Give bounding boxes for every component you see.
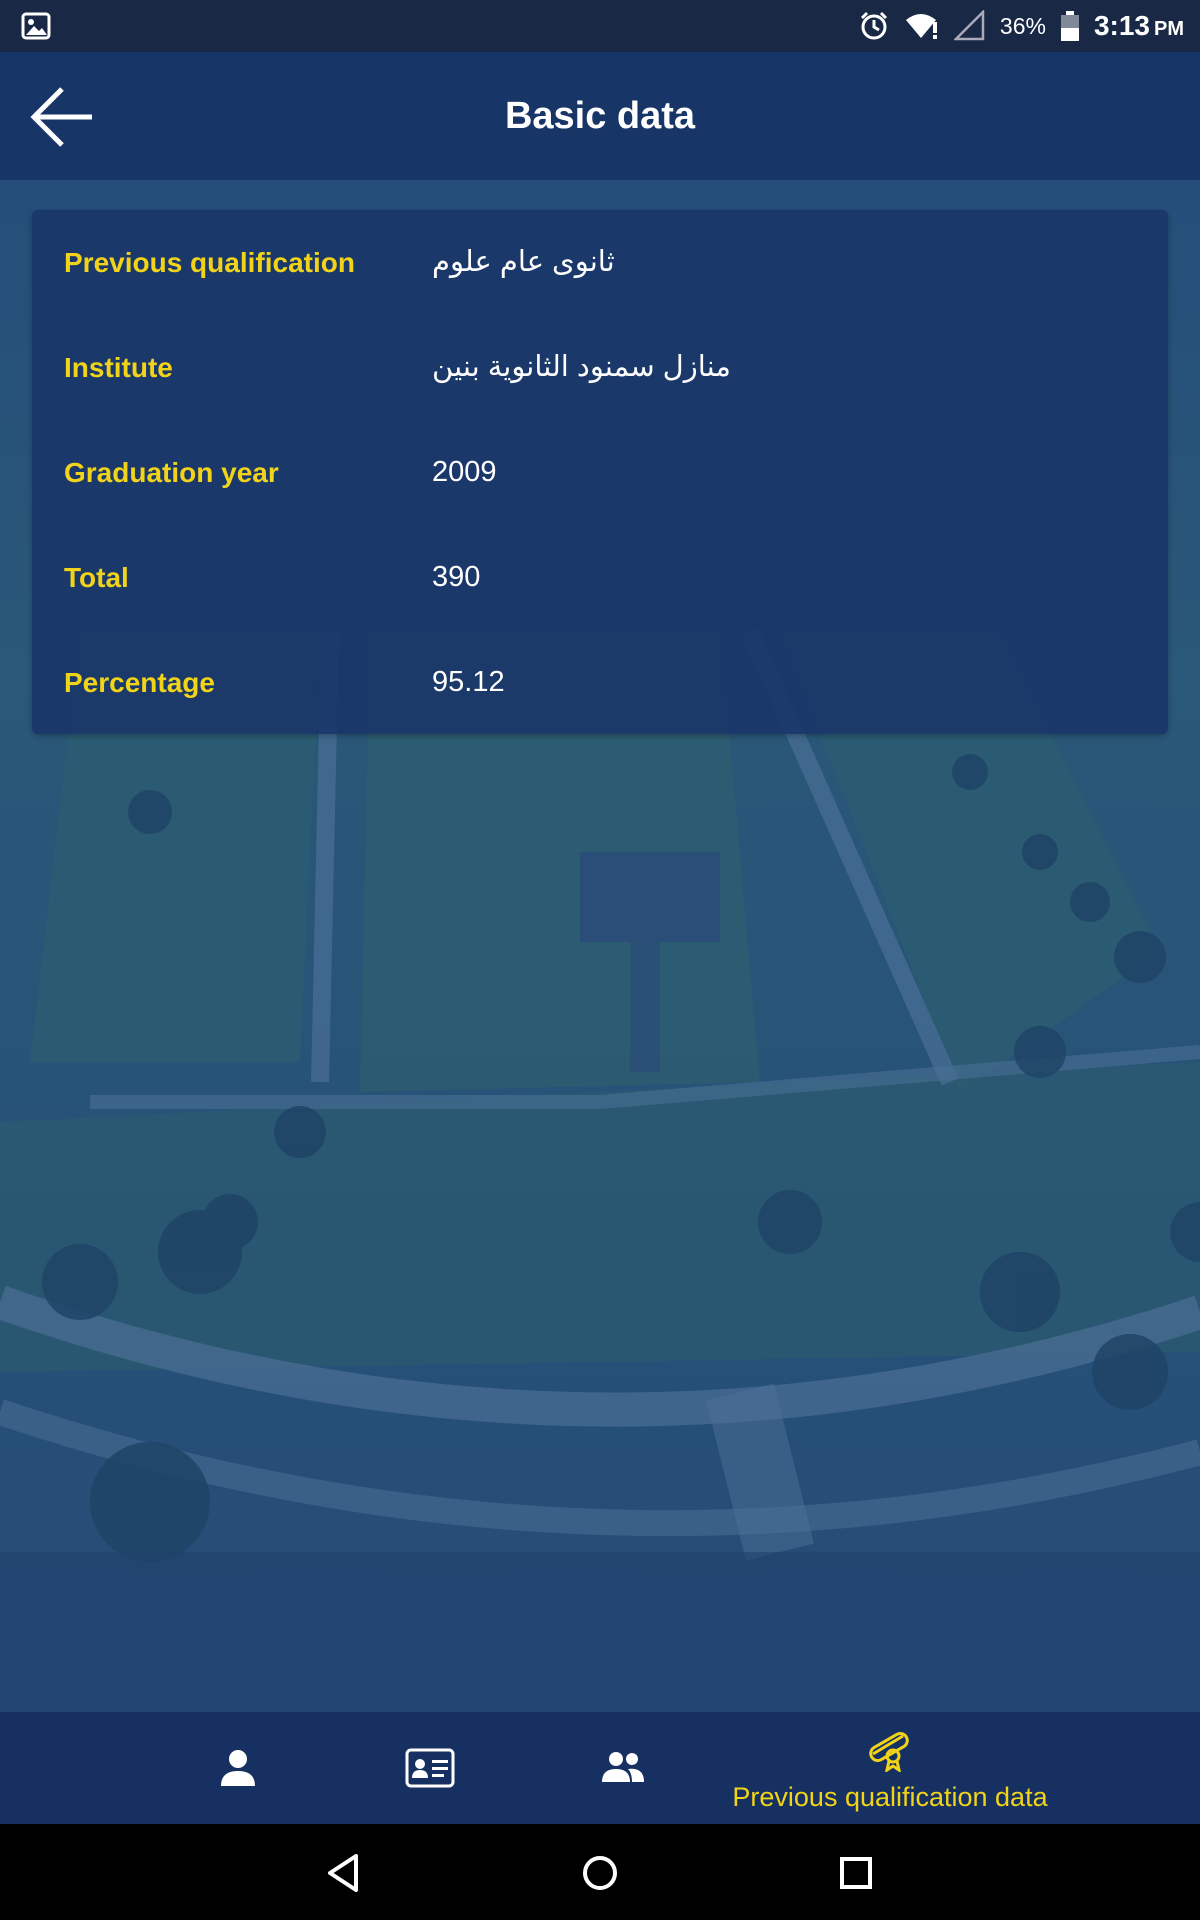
nav-label-previous-qualification: Previous qualification data xyxy=(732,1782,1048,1812)
qualification-details-card: Previous qualification ثانوى عام علوم In… xyxy=(32,210,1168,734)
detail-row-total: Total 390 xyxy=(32,525,1168,630)
bottom-navigation: Previous qualification data xyxy=(0,1712,1200,1824)
battery-icon xyxy=(1060,10,1080,42)
id-card-icon xyxy=(405,1748,455,1793)
nav-item-personal[interactable] xyxy=(188,1712,288,1824)
group-icon xyxy=(602,1750,644,1789)
detail-row-institute: Institute منازل سمنود الثانوية بنين xyxy=(32,315,1168,420)
detail-row-percentage: Percentage 95.12 xyxy=(32,630,1168,735)
clock-time: 3:13 xyxy=(1093,10,1150,41)
recents-square-icon xyxy=(831,1857,881,1902)
detail-label: Percentage xyxy=(64,667,215,698)
battery-percentage: 36% xyxy=(999,12,1046,39)
system-recents-button[interactable] xyxy=(831,1848,881,1898)
detail-row-graduation-year: Graduation year 2009 xyxy=(32,420,1168,525)
detail-value: منازل سمنود الثانوية بنين xyxy=(432,351,731,383)
app-bar: Basic data xyxy=(0,52,1200,180)
detail-value: 95.12 xyxy=(432,666,505,698)
detail-row-previous-qualification: Previous qualification ثانوى عام علوم xyxy=(32,210,1168,315)
detail-value: 390 xyxy=(432,561,481,593)
detail-value: 2009 xyxy=(432,456,497,488)
clock: 3:13 PM xyxy=(1094,10,1184,42)
home-circle-icon xyxy=(575,1856,625,1902)
system-home-button[interactable] xyxy=(575,1848,625,1898)
detail-value: ثانوى عام علوم xyxy=(432,246,615,278)
system-navigation-bar xyxy=(0,1824,1200,1920)
person-icon xyxy=(220,1748,256,1793)
detail-label: Institute xyxy=(64,352,173,383)
nav-item-previous-qualification[interactable]: Previous qualification data xyxy=(700,1712,1080,1824)
image-icon xyxy=(20,10,52,42)
back-triangle-icon xyxy=(318,1854,368,1902)
system-back-button[interactable] xyxy=(318,1848,368,1898)
clock-ampm: PM xyxy=(1154,18,1184,40)
detail-label: Graduation year xyxy=(64,457,279,488)
detail-label: Previous qualification xyxy=(64,247,355,278)
signal-icon xyxy=(953,10,986,42)
alarm-icon xyxy=(858,10,890,42)
nav-item-id-card[interactable] xyxy=(380,1712,480,1824)
diploma-icon xyxy=(863,1726,917,1777)
nav-item-family[interactable] xyxy=(573,1712,673,1824)
detail-label: Total xyxy=(64,562,129,593)
page-title: Basic data xyxy=(504,95,696,137)
status-bar: 36% 3:13 PM xyxy=(0,0,1200,52)
wifi-alert-icon xyxy=(904,10,940,42)
